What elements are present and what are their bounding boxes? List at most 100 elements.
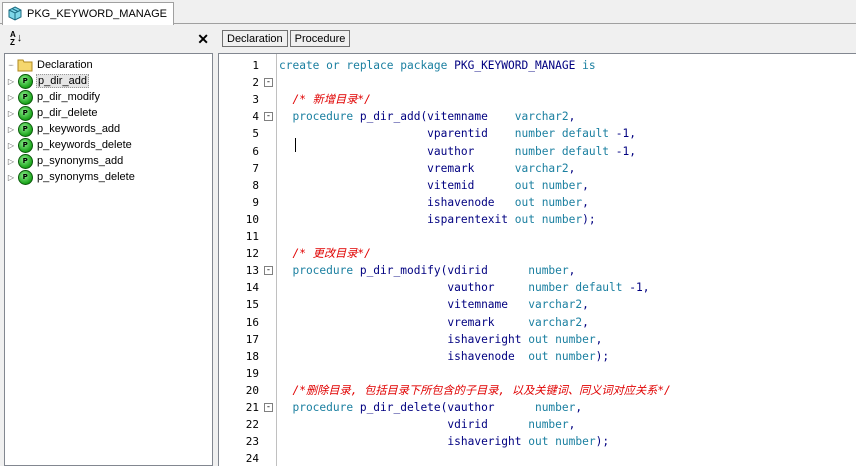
procedure-badge: P bbox=[17, 89, 33, 105]
code-identifier: ); bbox=[595, 349, 610, 363]
code-line: vremark varchar2, bbox=[279, 160, 575, 177]
code-identifier: p_dir_add(vitemname bbox=[359, 110, 515, 124]
fold-toggle-icon[interactable]: - bbox=[264, 112, 273, 122]
code-identifier: vauthor bbox=[279, 144, 515, 158]
code-keyword: out number bbox=[528, 332, 596, 346]
procedure-icon: P bbox=[17, 73, 33, 89]
declaration-button[interactable]: Declaration bbox=[222, 30, 288, 47]
code-identifier: , bbox=[582, 315, 589, 329]
code-line: create or replace package PKG_KEYWORD_MA… bbox=[279, 57, 596, 74]
line-number: 3 bbox=[252, 93, 259, 107]
line-number: 15 bbox=[245, 298, 259, 312]
procedure-icon: P bbox=[17, 121, 33, 137]
tree-item-label: p_dir_add bbox=[36, 74, 89, 88]
line-number: 5 bbox=[252, 127, 259, 141]
code-line: vitemname varchar2, bbox=[279, 296, 588, 313]
code-keyword: number bbox=[534, 401, 576, 414]
code-identifier: ishaveright bbox=[279, 435, 529, 449]
code-identifier: vauthor bbox=[279, 281, 529, 295]
code-line: procedure p_dir_modify(vdirid number, bbox=[279, 262, 575, 279]
code-identifier: ishaveright bbox=[279, 332, 529, 346]
code-identifier: , bbox=[568, 110, 576, 124]
line-number: 23 bbox=[245, 435, 259, 449]
tree-item-p-synonyms-add[interactable]: ▷ Pp_synonyms_add bbox=[5, 153, 124, 169]
code-keyword: number bbox=[528, 264, 569, 278]
line-number: 11 bbox=[245, 230, 259, 243]
code-keyword: out number bbox=[528, 349, 596, 363]
tree-item-p-dir-modify[interactable]: ▷ Pp_dir_modify bbox=[5, 89, 101, 105]
line-number: 17 bbox=[245, 332, 259, 346]
procedure-icon: P bbox=[17, 137, 33, 153]
code-identifier: ); bbox=[582, 212, 596, 226]
procedure-badge: P bbox=[17, 137, 33, 153]
expand-arrow-icon[interactable]: ▷ bbox=[5, 77, 17, 86]
expand-arrow-icon[interactable]: ▷ bbox=[5, 157, 17, 166]
tree-item-p-keywords-add[interactable]: ▷ Pp_keywords_add bbox=[5, 121, 121, 137]
code-comment: /*删除目录, 包括目录下所包含的子目录, 以及关键词、同义词对应关系*/ bbox=[279, 383, 671, 397]
expand-arrow-icon[interactable]: ▷ bbox=[5, 141, 17, 150]
folder-icon bbox=[17, 57, 33, 73]
line-number: 19 bbox=[245, 366, 259, 380]
expand-arrow-icon[interactable]: ▷ bbox=[5, 93, 17, 102]
line-number: 10 bbox=[245, 212, 259, 226]
tab-pkg-keyword-manage[interactable]: PKG_KEYWORD_MANAGE bbox=[2, 2, 174, 25]
code-line: ishavenode out number); bbox=[279, 348, 609, 365]
code-identifier: , bbox=[582, 195, 589, 209]
tree-item-p-keywords-delete[interactable]: ▷ Pp_keywords_delete bbox=[5, 137, 133, 153]
code-line: vauthor number default -1, bbox=[279, 279, 649, 296]
line-number: 24 bbox=[245, 452, 259, 466]
procedure-button[interactable]: Procedure bbox=[289, 30, 351, 47]
fold-toggle-icon[interactable]: - bbox=[264, 403, 273, 412]
code-editor[interactable]: 1 create or replace package PKG_KEYWORD_M… bbox=[218, 53, 856, 466]
code-line: ishaveright out number, bbox=[279, 331, 602, 348]
code-identifier: ); bbox=[595, 435, 610, 449]
sort-az-icon[interactable]: AZ ↓ bbox=[10, 30, 22, 47]
code-keyword: number default bbox=[528, 281, 630, 295]
code-keyword: procedure bbox=[279, 401, 360, 414]
tree-item-p-dir-delete[interactable]: ▷ Pp_dir_delete bbox=[5, 105, 99, 121]
close-icon[interactable]: ✕ bbox=[197, 32, 209, 46]
tree-item-p-dir-add[interactable]: ▷ Pp_dir_add bbox=[5, 73, 89, 89]
code-line: /* 新增目录*/ bbox=[279, 91, 370, 108]
tree-item-p-synonyms-delete[interactable]: ▷ Pp_synonyms_delete bbox=[5, 169, 136, 185]
procedure-badge: P bbox=[17, 73, 33, 89]
tree-item-label: p_keywords_delete bbox=[37, 139, 132, 151]
procedure-badge: P bbox=[17, 169, 33, 185]
code-identifier: p_dir_modify(vdirid bbox=[359, 264, 529, 278]
code-identifier: PKG_KEYWORD_MANAGE bbox=[454, 59, 583, 72]
code-line: /* 更改目录*/ bbox=[279, 245, 371, 262]
code-identifier: vparentid bbox=[279, 127, 515, 141]
procedure-badge: P bbox=[17, 153, 33, 169]
expand-arrow-icon[interactable]: ▷ bbox=[5, 109, 17, 118]
code-keyword: out number bbox=[514, 195, 583, 209]
code-identifier: , bbox=[582, 178, 589, 192]
code-keyword: out number bbox=[514, 212, 583, 226]
tree-item-declaration[interactable]: ┈ Declaration bbox=[5, 57, 94, 73]
code-line: vparentid number default -1, bbox=[279, 125, 636, 142]
code-identifier: , bbox=[568, 418, 576, 432]
tree-item-label: Declaration bbox=[37, 59, 93, 71]
code-identifier: , bbox=[575, 401, 583, 414]
tree-item-label: p_dir_modify bbox=[37, 91, 100, 103]
code-keyword: varchar2 bbox=[514, 161, 569, 175]
code-line: vitemid out number, bbox=[279, 177, 589, 194]
line-number: 22 bbox=[245, 418, 259, 432]
code-comment: /* 更改目录*/ bbox=[279, 247, 371, 261]
code-line: /*删除目录, 包括目录下所包含的子目录, 以及关键词、同义词对应关系*/ bbox=[279, 382, 671, 399]
code-identifier: vitemname bbox=[279, 298, 529, 312]
fold-toggle-icon[interactable]: - bbox=[264, 266, 273, 276]
fold-toggle-icon[interactable]: - bbox=[264, 78, 273, 88]
line-number: 20 bbox=[245, 383, 259, 397]
object-tree: ┈ Declaration ▷ Pp_dir_add ▷ Pp_dir_modify ▷ Pp… bbox=[4, 53, 213, 466]
expand-arrow-icon[interactable]: ▷ bbox=[5, 125, 17, 134]
expand-arrow-icon[interactable]: ▷ bbox=[5, 173, 17, 182]
section-button-bar: Declaration Procedure bbox=[218, 28, 856, 49]
code-line: procedure p_dir_delete(vauthor number, bbox=[279, 399, 582, 416]
line-number: 9 bbox=[252, 195, 259, 209]
code-keyword: number default bbox=[514, 144, 616, 158]
object-browser-panel: AZ ↓ ✕ ┈ Declaration ▷ Pp_dir_add ▷ Pp_dir_mo… bbox=[4, 28, 213, 466]
line-number: 7 bbox=[252, 161, 259, 175]
line-number: 18 bbox=[245, 349, 259, 363]
line-number: 13 bbox=[245, 264, 259, 278]
procedure-badge: P bbox=[17, 121, 33, 137]
